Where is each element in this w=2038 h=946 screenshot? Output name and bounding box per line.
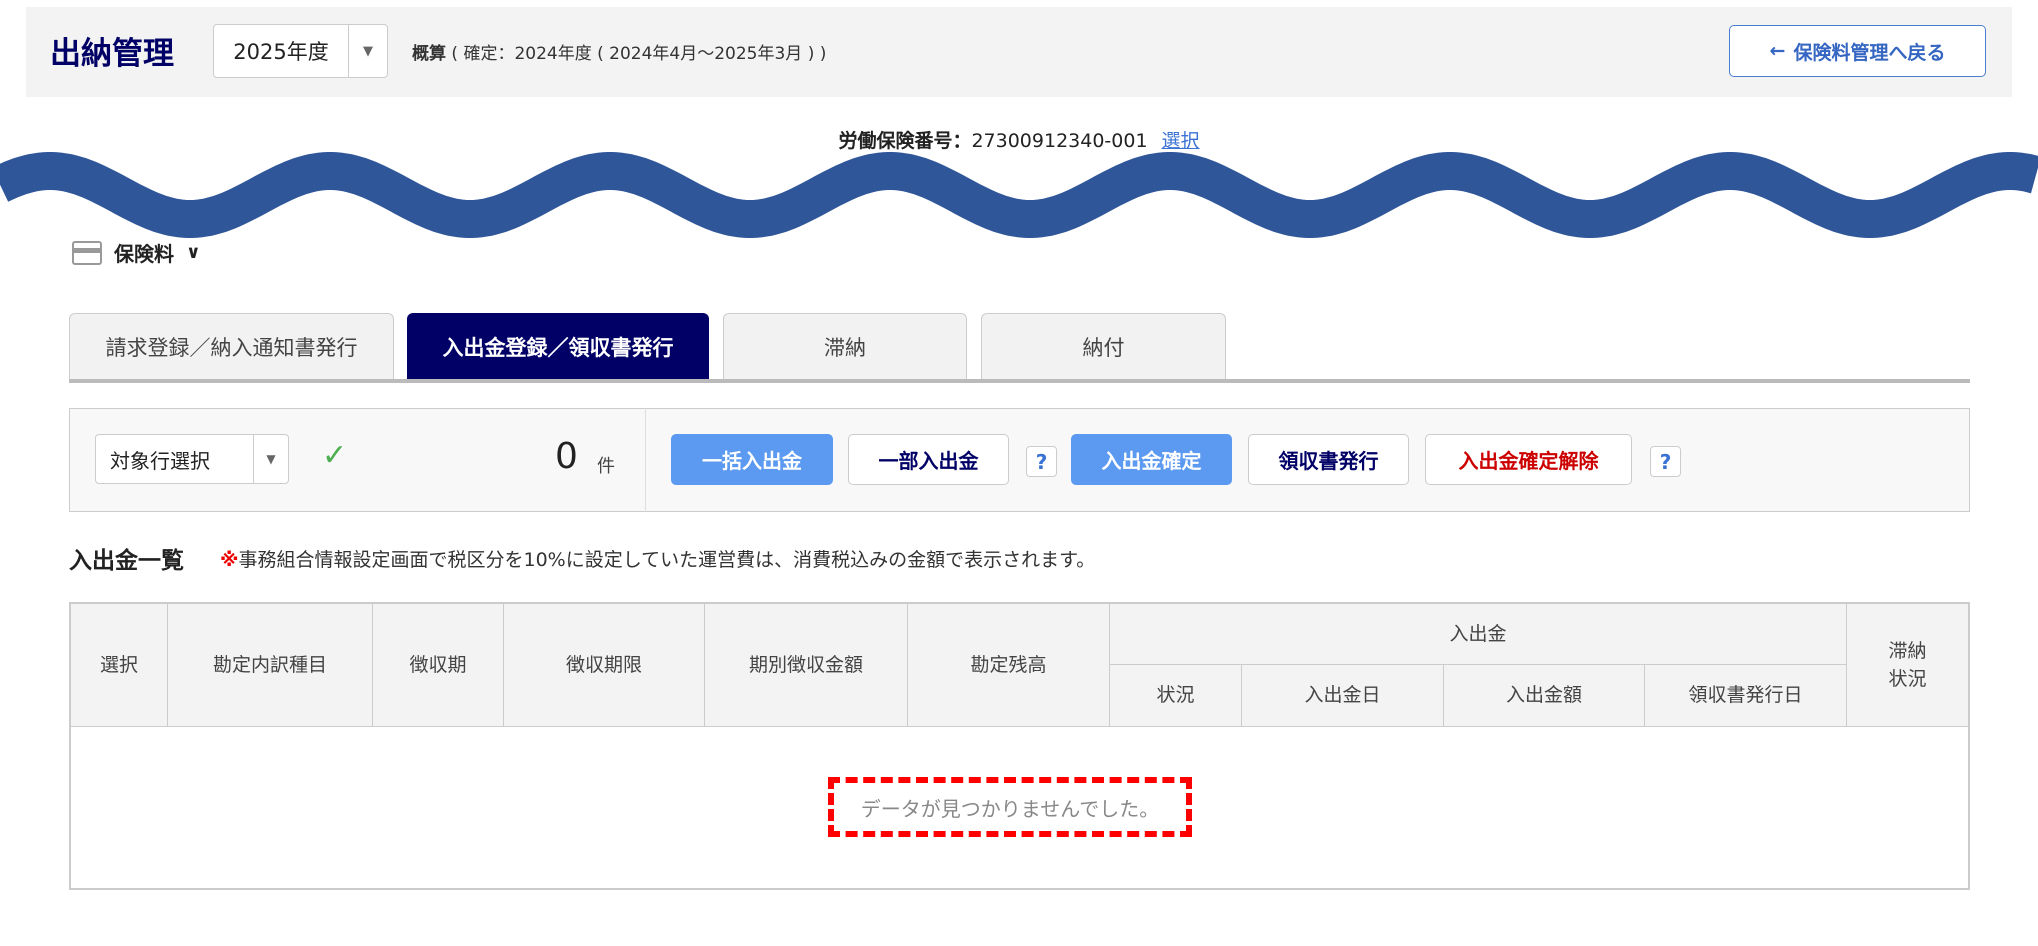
col-payment-amount: 入出金額 <box>1444 665 1645 727</box>
issue-receipt-button[interactable]: 領収書発行 <box>1248 434 1409 485</box>
note-mark: ※ <box>220 549 239 571</box>
col-deadline: 徴収期限 <box>504 604 705 727</box>
fiscal-year-value: 2025年度 <box>214 25 349 77</box>
help-icon[interactable]: ? <box>1026 446 1057 477</box>
arrow-left-icon: ← <box>1769 40 1786 62</box>
row-select-dropdown[interactable]: 対象行選択 ▼ <box>95 434 289 484</box>
note-text: 事務組合情報設定画面で税区分を10%に設定していた運営費は、消費税込みの金額で表… <box>238 549 1096 571</box>
section-title: 保険料 <box>114 242 174 266</box>
section-header[interactable]: 保険料 ∨ <box>72 238 201 267</box>
col-select: 選択 <box>71 604 168 727</box>
tab-payments[interactable]: 入出金登録／領収書発行 <box>407 313 709 380</box>
partial-payment-button[interactable]: 一部入出金 <box>848 434 1009 485</box>
page-title: 出納管理 <box>50 36 174 72</box>
caret-down-icon: ▼ <box>266 452 276 466</box>
gaisan-label: 概算 <box>412 44 446 64</box>
wave-divider <box>0 152 2038 238</box>
card-icon <box>72 240 102 265</box>
list-title: 入出金一覧 <box>69 548 184 574</box>
check-icon: ✓ <box>322 438 348 473</box>
selected-count: 0 <box>555 436 578 477</box>
toolbar-divider <box>645 408 646 512</box>
col-balance: 勘定残高 <box>908 604 1110 727</box>
col-amount: 期別徴収金額 <box>705 604 908 727</box>
back-button-label: 保険料管理へ戻る <box>1793 41 1946 64</box>
help-icon[interactable]: ? <box>1650 446 1681 477</box>
caret-down-icon: ▼ <box>363 43 373 59</box>
count-unit: 件 <box>597 456 615 477</box>
tab-arrears[interactable]: 滞納 <box>723 313 967 380</box>
tab-billing[interactable]: 請求登録／納入通知書発行 <box>69 313 394 380</box>
col-status: 状況 <box>1110 665 1242 727</box>
period-info: 概算 ( 確定：2024年度 ( 2024年4月～2025年3月 ) ) <box>412 39 826 64</box>
col-group-payments: 入出金 <box>1110 604 1847 665</box>
cancel-confirmation-button[interactable]: 入出金確定解除 <box>1425 434 1632 485</box>
empty-message: データが見つかりませんでした。 <box>828 777 1192 837</box>
back-button[interactable]: ← 保険料管理へ戻る <box>1729 25 1986 77</box>
col-receipt-date: 領収書発行日 <box>1645 665 1847 727</box>
col-payment-date: 入出金日 <box>1242 665 1444 727</box>
toolbar <box>69 408 1970 512</box>
payments-table: 選択 勘定内訳種目 徴収期 徴収期限 期別徴収金額 勘定残高 入出金 状況 入出… <box>69 602 1970 890</box>
chevron-down-icon: ∨ <box>186 242 201 263</box>
col-arrears-status: 滞納 状況 <box>1847 604 1968 727</box>
fiscal-year-select[interactable]: 2025年度 ▼ <box>213 24 388 78</box>
col-account-type: 勘定内訳種目 <box>168 604 373 727</box>
tab-underline <box>69 379 1970 383</box>
bulk-payment-button[interactable]: 一括入出金 <box>671 434 833 485</box>
row-select-label: 対象行選択 <box>96 435 254 483</box>
period-detail: ( 確定：2024年度 ( 2024年4月～2025年3月 ) ) <box>451 44 827 64</box>
list-note: ※事務組合情報設定画面で税区分を10%に設定していた運営費は、消費税込みの金額で… <box>220 545 1095 572</box>
col-period: 徴収期 <box>373 604 504 727</box>
tab-payment[interactable]: 納付 <box>981 313 1226 380</box>
confirm-payment-button[interactable]: 入出金確定 <box>1071 434 1232 485</box>
